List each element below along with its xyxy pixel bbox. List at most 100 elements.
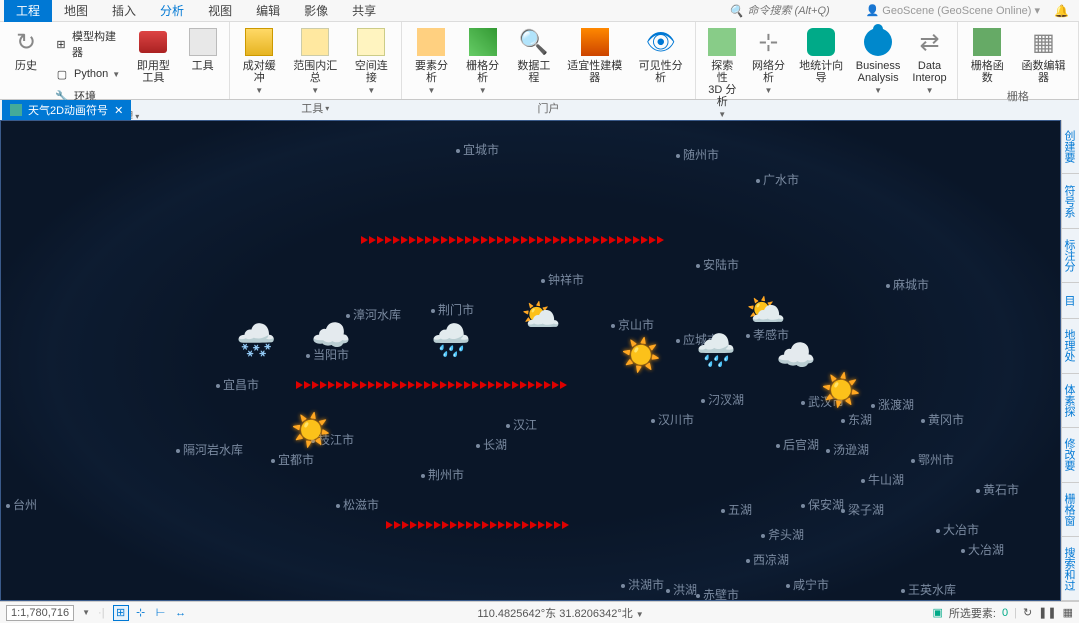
- city-label: 黄石市: [976, 481, 1019, 498]
- selected-label: 所选要素:: [949, 605, 996, 621]
- history-button[interactable]: ↻ 历史: [6, 24, 46, 74]
- feature-icon: [415, 26, 447, 58]
- panel-tab[interactable]: 修改要素: [1062, 428, 1079, 482]
- data-interop-button[interactable]: ⇄Data Interop▼: [908, 24, 950, 97]
- group-label-tools: 工具: [301, 100, 323, 116]
- scale-dropdown-icon[interactable]: ▼: [82, 608, 90, 617]
- model-builder-button[interactable]: ⊞模型构建器: [50, 26, 124, 62]
- network-icon: ⊹: [752, 26, 784, 58]
- city-label: 汤逊湖: [826, 441, 869, 458]
- panel-tab[interactable]: 地理处理: [1062, 319, 1079, 373]
- business-button[interactable]: Business Analysis▼: [852, 24, 905, 97]
- search-input[interactable]: [748, 5, 858, 17]
- feature-analysis-button[interactable]: 要素分析▼: [408, 24, 455, 98]
- catalog-icon[interactable]: ▦: [1063, 606, 1073, 619]
- suitability-button[interactable]: 适宜性建模器: [561, 24, 628, 86]
- search-icon: 🔍: [729, 4, 744, 18]
- data-engineering-button[interactable]: 🔍数据工程: [510, 24, 557, 86]
- city-label: 咸宁市: [786, 576, 829, 593]
- menu-project[interactable]: 工程: [4, 0, 52, 22]
- raster-icon: [467, 26, 499, 58]
- map-icon: [10, 104, 22, 116]
- raster-func-button[interactable]: 栅格函数: [964, 24, 1011, 86]
- city-label: 洪湖市: [621, 576, 664, 593]
- city-label: 荆门市: [431, 301, 474, 318]
- panel-tab[interactable]: 搜索和过滤: [1062, 537, 1079, 601]
- city-label: 台州: [6, 496, 37, 513]
- coord-dropdown-icon[interactable]: ▼: [636, 610, 644, 619]
- city-label: 涨渡湖: [871, 396, 914, 413]
- geostat-button[interactable]: 地统计向导: [795, 24, 848, 86]
- menu-insert[interactable]: 插入: [100, 0, 148, 22]
- city-label: 宜昌市: [216, 376, 259, 393]
- snap-icon[interactable]: ⊹: [133, 605, 149, 621]
- ribbon: ↻ 历史 ⊞模型构建器 ▢Python ▼ 🔧环境 即用型工具 工具 地理处理 …: [0, 22, 1079, 100]
- raster-analysis-button[interactable]: 栅格分析▼: [459, 24, 506, 98]
- city-label: 黄冈市: [921, 411, 964, 428]
- city-label: 西凉湖: [746, 551, 789, 568]
- city-label: 东湖: [841, 411, 872, 428]
- ready-tools-button[interactable]: 即用型工具: [128, 24, 178, 86]
- city-label: 汈汊湖: [701, 391, 744, 408]
- exploratory-3d-button[interactable]: 探索性 3D 分析▼: [702, 24, 742, 121]
- spatial-join-button[interactable]: 空间连接▼: [348, 24, 395, 98]
- city-label: 应城市: [676, 331, 719, 348]
- city-label: 松滋市: [336, 496, 379, 513]
- pair-buffer-button[interactable]: 成对缓冲▼: [236, 24, 283, 98]
- menu-map[interactable]: 地图: [52, 0, 100, 22]
- range-summary-button[interactable]: 范围内汇总▼: [287, 24, 344, 98]
- menu-analysis[interactable]: 分析: [148, 0, 196, 22]
- summary-icon: [299, 26, 331, 58]
- menu-view[interactable]: 视图: [196, 0, 244, 22]
- scale-box[interactable]: 1:1,780,716: [6, 605, 74, 621]
- city-label: 京山市: [611, 316, 654, 333]
- editor-icon: ▦: [1027, 26, 1059, 58]
- panel-tab[interactable]: 体素探索: [1062, 374, 1079, 428]
- network-button[interactable]: ⊹网络分析▼: [746, 24, 790, 97]
- panel-tab[interactable]: 标注分类: [1062, 229, 1079, 283]
- chevron-down-icon: ▼: [112, 70, 120, 79]
- weather-rain-icon: 🌧️: [431, 321, 471, 359]
- tools-button[interactable]: 工具: [183, 24, 223, 74]
- visibility-button[interactable]: 👁可见性分析: [632, 24, 689, 86]
- weather-sun-icon: ☀️: [821, 371, 861, 409]
- panel-tab[interactable]: 符号系统: [1062, 174, 1079, 228]
- city-label: 汉江: [506, 416, 537, 433]
- city-label: 牛山湖: [861, 471, 904, 488]
- weather-cloud-icon: ☁️: [311, 316, 351, 354]
- account-label[interactable]: 👤 GeoScene (GeoScene Online) ▾: [858, 4, 1049, 17]
- status-bar: 1:1,780,716 ▼ ·| ⊞ ⊹ ⊢ ↔ 110.4825642°东 3…: [0, 601, 1079, 623]
- map-tab[interactable]: 天气2D动画符号 ✕: [2, 100, 131, 120]
- close-icon[interactable]: ✕: [114, 104, 123, 117]
- suit-icon: [579, 26, 611, 58]
- grid-icon[interactable]: ⊞: [113, 605, 129, 621]
- constraint-icon[interactable]: ⊢: [153, 605, 169, 621]
- visibility-icon: 👁: [645, 26, 677, 58]
- city-label: 鄂州市: [911, 451, 954, 468]
- refresh-icon[interactable]: ↻: [1023, 606, 1032, 619]
- city-label: 武汉市: [801, 393, 844, 410]
- expand-icon[interactable]: ▾: [325, 104, 329, 113]
- selection-icon[interactable]: ▣: [932, 606, 942, 619]
- python-button[interactable]: ▢Python ▼: [50, 64, 124, 84]
- city-label: 宜都市: [271, 451, 314, 468]
- menu-edit[interactable]: 编辑: [244, 0, 292, 22]
- weather-cloud-icon: ☁️: [776, 336, 816, 374]
- python-icon: ▢: [54, 66, 70, 82]
- warm-front-symbol: [361, 236, 664, 246]
- panel-tab[interactable]: 栅格窗口: [1062, 483, 1079, 537]
- raster-func-icon: [971, 26, 1003, 58]
- panel-tab[interactable]: 创建要素: [1062, 120, 1079, 174]
- func-editor-button[interactable]: ▦函数编辑器: [1015, 24, 1072, 86]
- map-view[interactable]: 宜城市随州市广水市安陆市钟祥市麻城市漳河水库荆门市京山市应城市孝感市当阳市宜昌市…: [0, 120, 1061, 601]
- menu-share[interactable]: 共享: [340, 0, 388, 22]
- command-search[interactable]: 🔍: [729, 4, 858, 18]
- pause-icon[interactable]: ❚❚: [1038, 606, 1056, 619]
- notification-icon[interactable]: 🔔: [1048, 4, 1075, 18]
- city-label: 随州市: [676, 146, 719, 163]
- menu-imagery[interactable]: 影像: [292, 0, 340, 22]
- panel-tab[interactable]: 目录: [1062, 283, 1079, 319]
- correction-icon[interactable]: ↔: [173, 605, 189, 621]
- city-label: 荆州市: [421, 466, 464, 483]
- group-label-portal: 门户: [408, 98, 689, 118]
